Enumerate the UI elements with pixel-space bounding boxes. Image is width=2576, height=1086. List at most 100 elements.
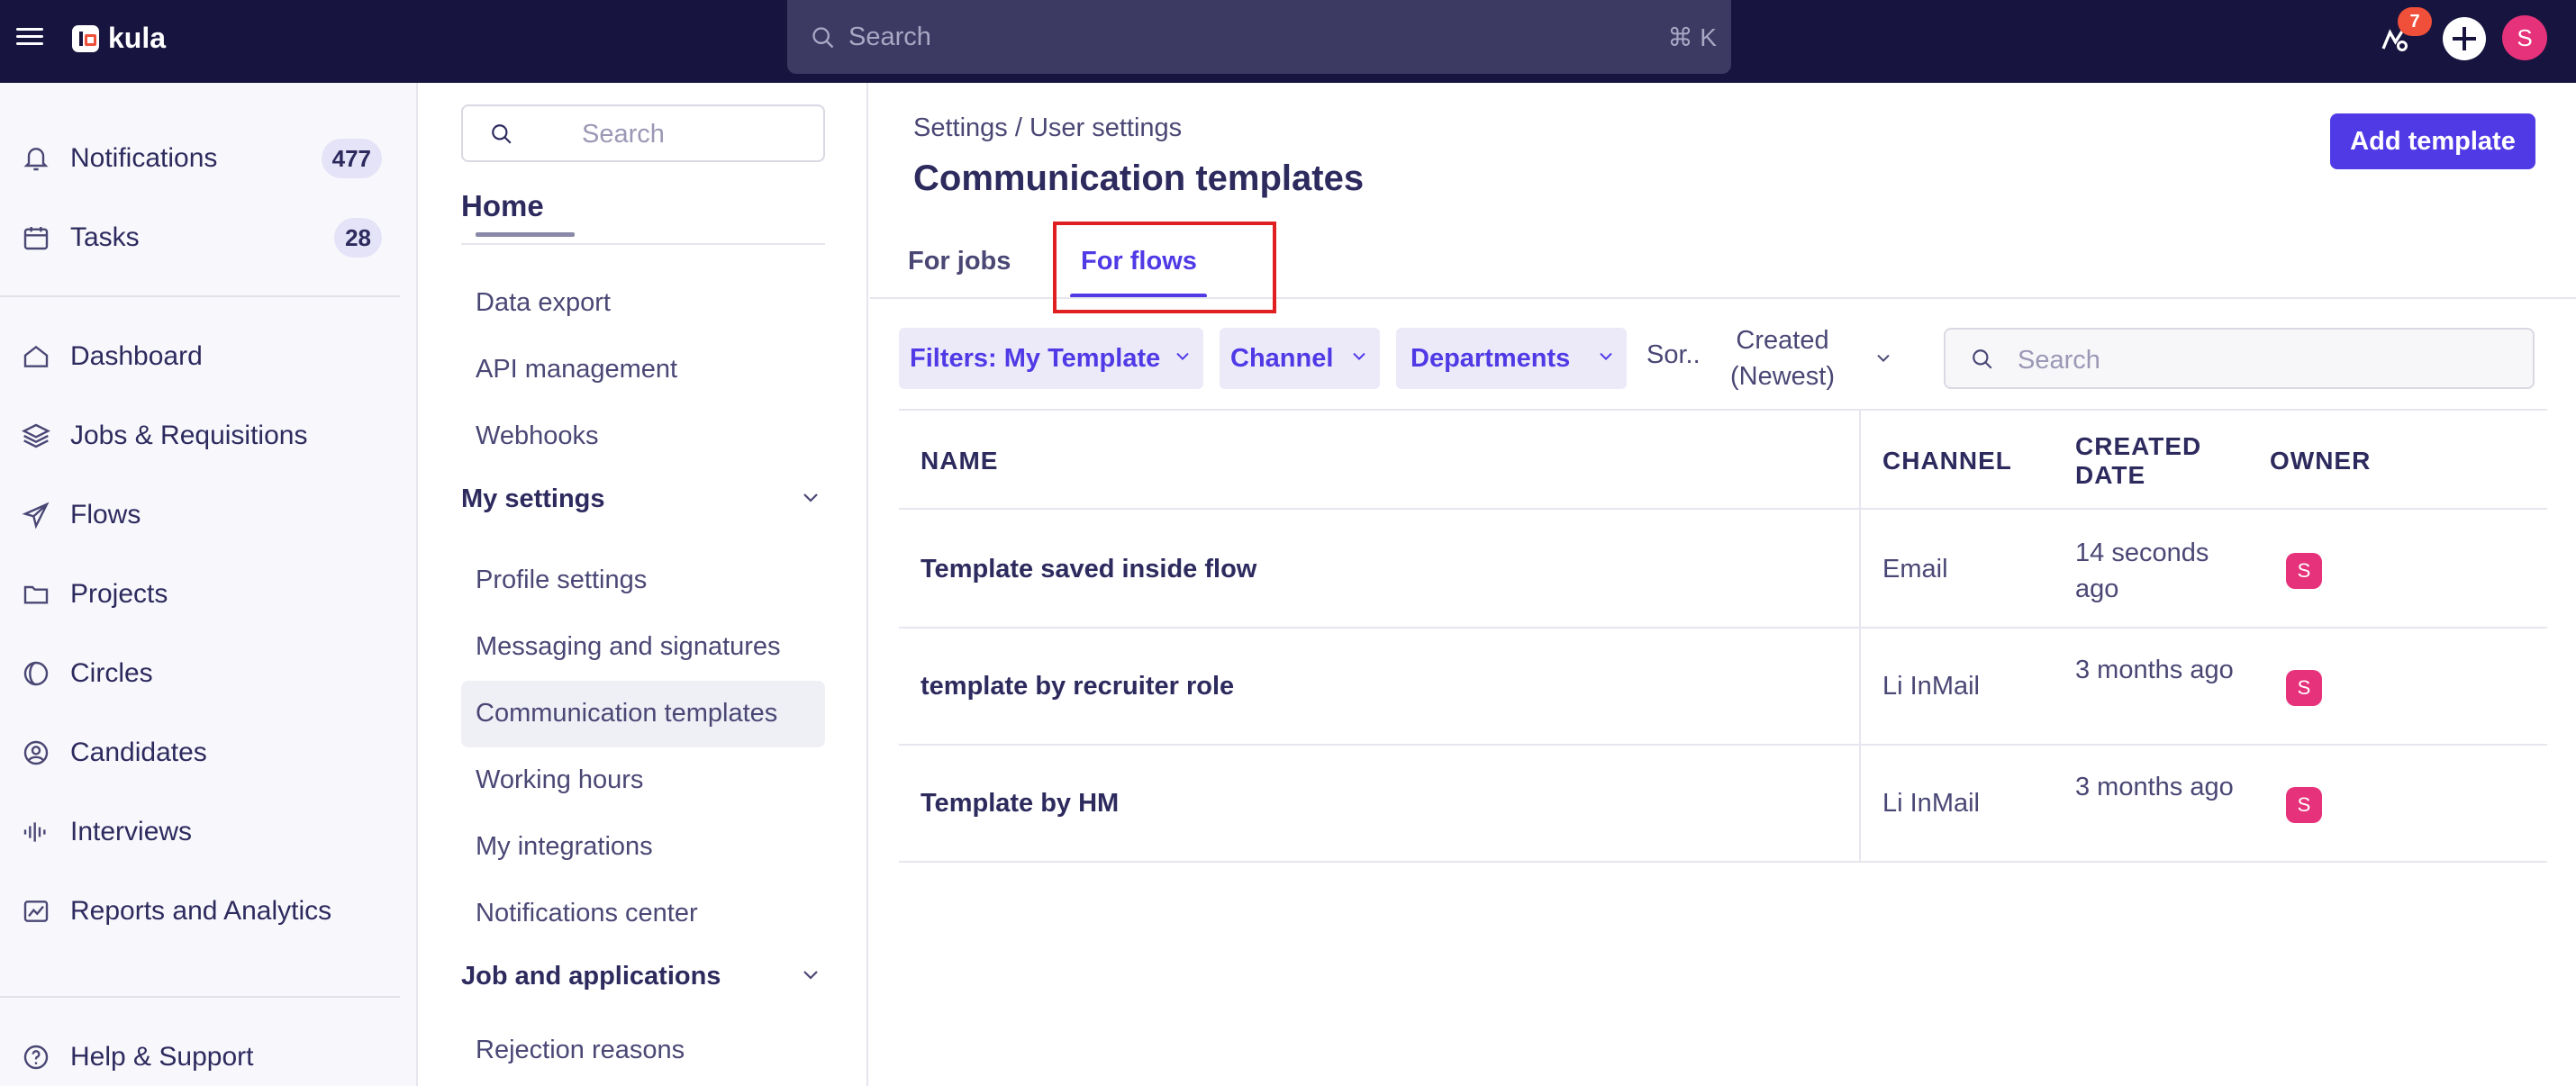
nav-interviews[interactable]: Interviews (0, 796, 418, 868)
settings-item-label: Rejection reasons (476, 1036, 685, 1064)
template-created-date: 3 months ago (2075, 656, 2234, 684)
settings-item-label: Communication templates (476, 699, 778, 728)
owner-avatar: S (2286, 787, 2322, 823)
search-shortcut: ⌘ K (1667, 23, 1717, 51)
nav-projects[interactable]: Projects (0, 558, 418, 630)
chevron-down-icon (1877, 354, 1890, 363)
breadcrumb[interactable]: Settings / User settings (913, 113, 1182, 143)
search-placeholder: Search (2018, 346, 2100, 375)
settings-home-heading[interactable]: Home (461, 189, 544, 223)
user-circle-icon (23, 740, 49, 765)
settings-item-rejection-reasons[interactable]: Rejection reasons (461, 1018, 825, 1084)
nav-label: Projects (70, 579, 168, 609)
filter-label: Departments (1410, 343, 1571, 373)
nav-circles[interactable]: Circles (0, 638, 418, 710)
section-my-settings[interactable]: My settings (461, 477, 825, 522)
column-header-created-date[interactable]: CREATED DATE (2075, 432, 2210, 490)
settings-item-communication-templates[interactable]: Communication templates (461, 681, 825, 747)
column-header-owner[interactable]: OWNER (2270, 447, 2371, 475)
main-content: Settings / User settings Communication t… (870, 83, 2576, 1086)
notifications-count-badge: 477 (321, 139, 382, 178)
nav-label: Tasks (70, 222, 140, 252)
template-created-date: 14 seconds ago (2075, 538, 2209, 603)
nav-dashboard[interactable]: Dashboard (0, 321, 418, 393)
template-channel: Email (1882, 555, 1948, 584)
settings-item-label: My integrations (476, 832, 653, 861)
nav-label: Candidates (70, 738, 207, 767)
settings-item-api-management[interactable]: API management (461, 337, 825, 403)
add-template-button[interactable]: Add template (2330, 113, 2535, 169)
calendar-icon (23, 227, 49, 250)
section-job-and-applications[interactable]: Job and applications (461, 955, 825, 1000)
layers-icon (22, 423, 50, 448)
user-avatar[interactable]: S (2502, 15, 2547, 60)
menu-icon[interactable] (16, 23, 43, 50)
nav-tasks[interactable]: Tasks 28 (0, 202, 418, 274)
search-placeholder: Search (582, 120, 665, 149)
settings-item-data-export[interactable]: Data export (461, 270, 825, 337)
template-name[interactable]: Template by HM (921, 789, 1119, 819)
sort-label: Sor.. (1646, 340, 1701, 369)
audio-wave-icon (23, 822, 46, 842)
nav-candidates[interactable]: Candidates (0, 717, 418, 789)
search-icon (812, 27, 834, 49)
settings-item-label: Profile settings (476, 566, 648, 594)
create-button[interactable] (2443, 17, 2486, 60)
section-label: My settings (461, 484, 605, 513)
column-header-channel[interactable]: CHANNEL (1882, 447, 2012, 475)
table-header: NAME CHANNEL CREATED DATE OWNER (899, 409, 2547, 510)
send-icon (22, 502, 50, 529)
nav-label: Interviews (70, 817, 193, 846)
page-title: Communication templates (913, 158, 1365, 198)
nav-label: Notifications (70, 143, 218, 173)
tab-for-jobs[interactable]: For jobs (908, 247, 1011, 276)
nav-reports[interactable]: Reports and Analytics (0, 875, 418, 947)
global-search-input[interactable]: Search ⌘ K (787, 0, 1731, 74)
top-bar: kula Search ⌘ K 7 S (0, 0, 2576, 83)
filter-template-dropdown[interactable]: Filters: My Template (899, 328, 1203, 389)
chevron-down-icon (803, 493, 818, 502)
table-row[interactable]: Template by HM Li InMail 3 months ago S (899, 746, 2547, 863)
templates-search-input[interactable]: Search (1944, 328, 2535, 389)
settings-item-label: Notifications center (476, 899, 698, 928)
template-created-date: 3 months ago (2075, 773, 2234, 801)
settings-item-working-hours[interactable]: Working hours (461, 747, 825, 814)
nav-label: Flows (70, 500, 141, 529)
nav-notifications[interactable]: Notifications 477 (0, 122, 418, 195)
filter-departments-dropdown[interactable]: Departments (1396, 328, 1627, 389)
template-name[interactable]: template by recruiter role (921, 672, 1234, 701)
nav-label: Reports and Analytics (70, 896, 332, 926)
settings-item-messaging[interactable]: Messaging and signatures (461, 614, 825, 681)
settings-sidebar: Search Home Data export API management W… (420, 83, 868, 1086)
search-icon (492, 124, 512, 144)
section-label: Job and applications (461, 962, 721, 991)
settings-item-webhooks[interactable]: Webhooks (461, 403, 825, 470)
search-placeholder: Search (848, 23, 931, 51)
search-icon (1973, 349, 1992, 369)
sort-value: Created (Newest) (1729, 326, 1835, 391)
nav-label: Jobs & Requisitions (70, 421, 308, 450)
template-channel: Li InMail (1882, 789, 1980, 818)
tasks-count-badge: 28 (334, 218, 382, 258)
template-name[interactable]: Template saved inside flow (921, 555, 1256, 584)
main-sidebar: Notifications 477 Tasks 28 Dashboard Job… (0, 83, 418, 1086)
table-row[interactable]: Template saved inside flow Email 14 seco… (899, 511, 2547, 629)
settings-item-integrations[interactable]: My integrations (461, 814, 825, 881)
settings-item-profile[interactable]: Profile settings (461, 548, 825, 614)
settings-search-input[interactable]: Search (461, 104, 825, 162)
logo-text: kula (108, 22, 167, 54)
filter-channel-dropdown[interactable]: Channel (1220, 328, 1380, 389)
nav-help[interactable]: Help & Support (0, 1021, 418, 1086)
chart-icon (23, 900, 49, 922)
nav-jobs[interactable]: Jobs & Requisitions (0, 400, 418, 472)
help-icon (23, 1045, 49, 1070)
sort-dropdown[interactable]: Sor.. Created (Newest) (1646, 321, 1891, 396)
chevron-down-icon (1176, 352, 1189, 361)
settings-item-label: API management (476, 355, 678, 384)
logo[interactable]: kula (72, 22, 166, 55)
settings-item-notifications-center[interactable]: Notifications center (461, 881, 825, 947)
table-row[interactable]: template by recruiter role Li InMail 3 m… (899, 629, 2547, 746)
filter-label: Filters: My Template (910, 343, 1161, 373)
nav-flows[interactable]: Flows (0, 479, 418, 551)
column-header-name[interactable]: NAME (921, 447, 998, 475)
